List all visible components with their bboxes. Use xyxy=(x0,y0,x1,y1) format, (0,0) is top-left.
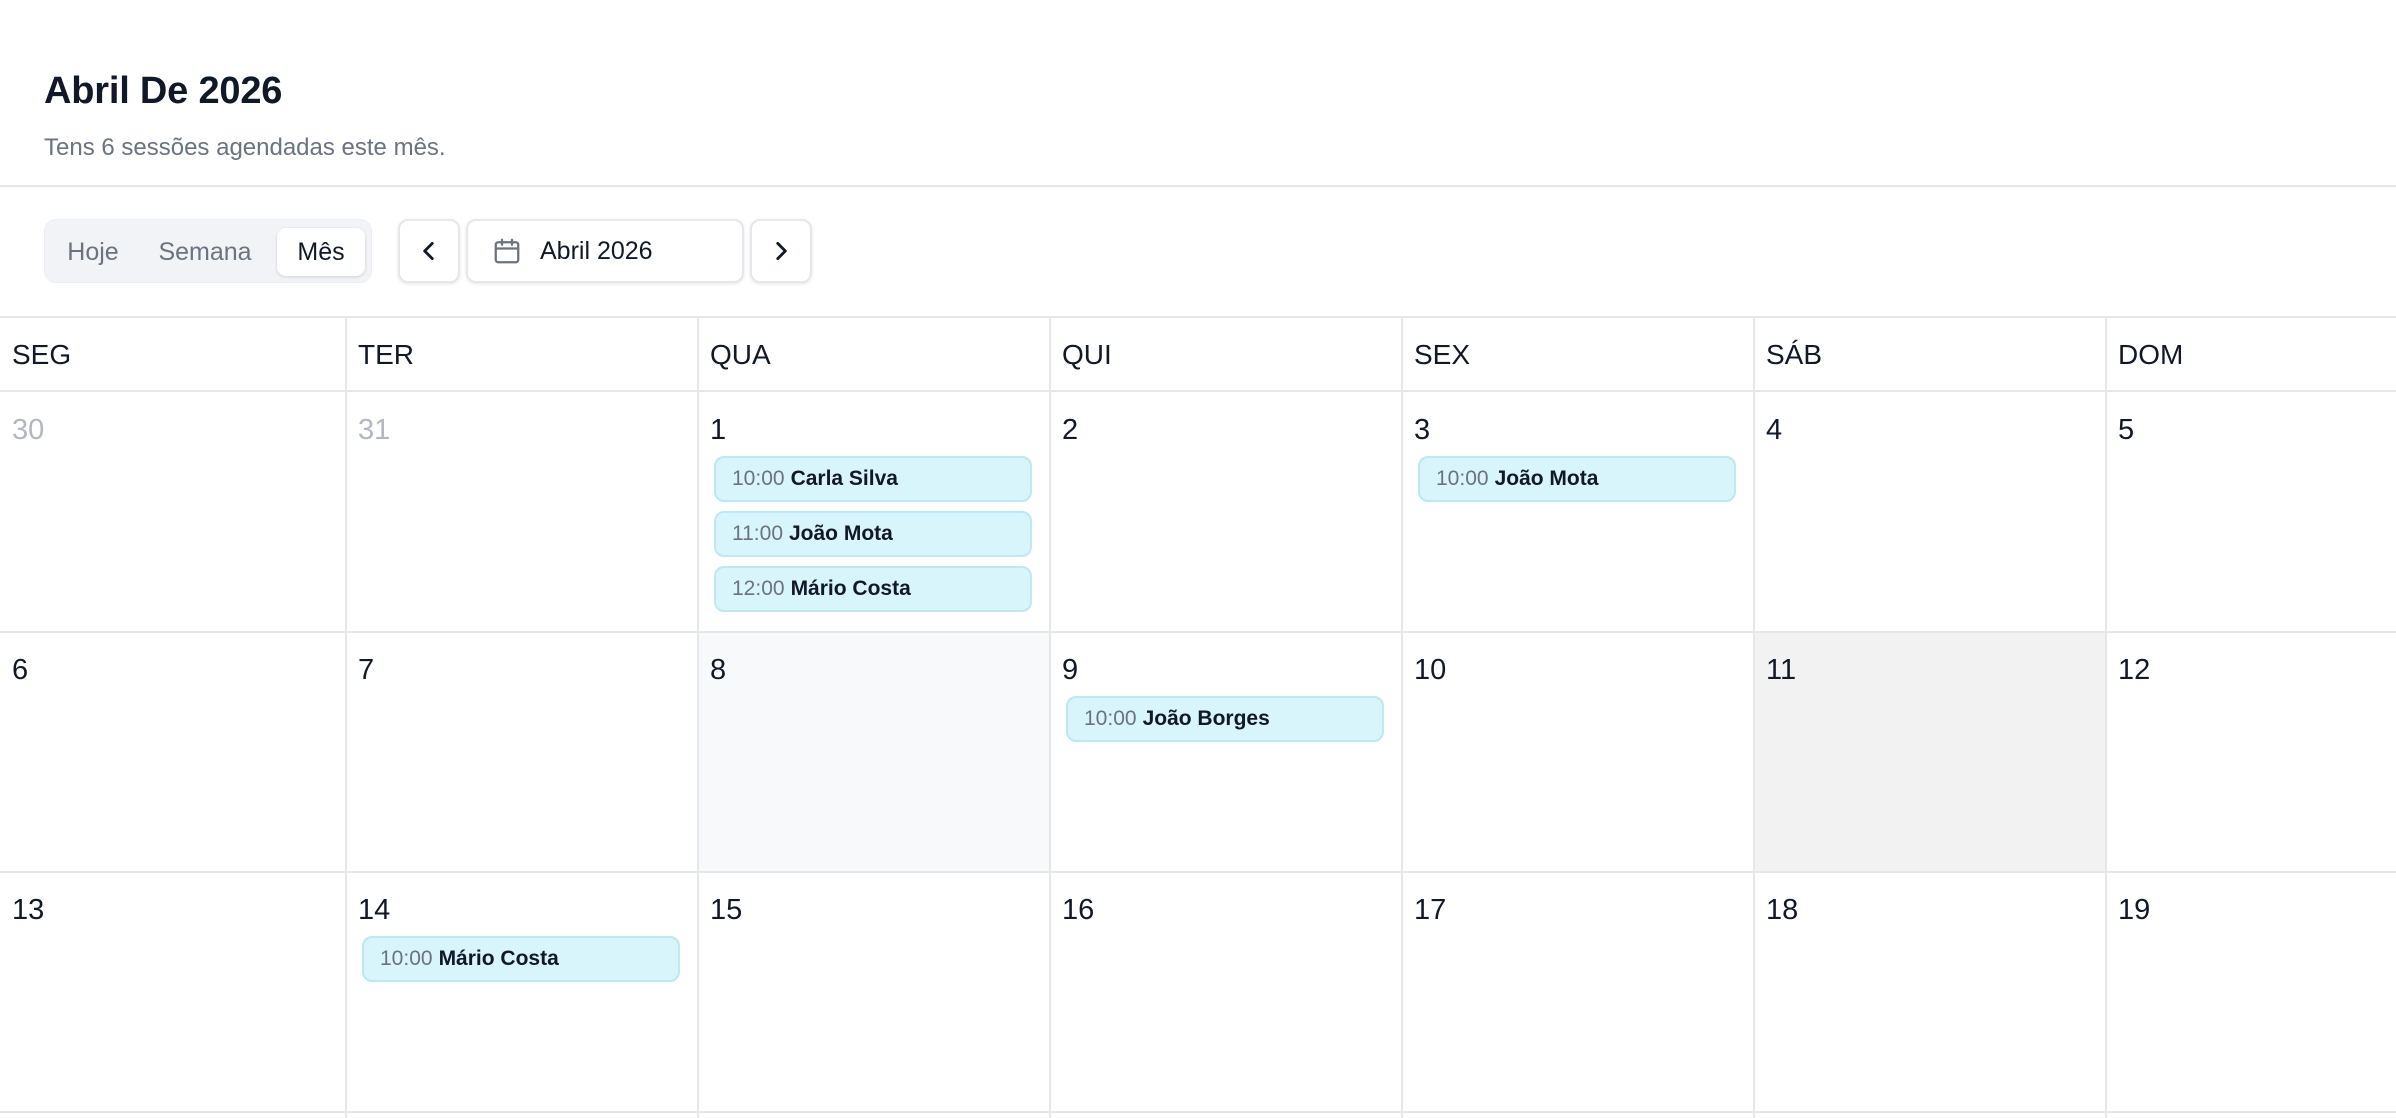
day-cell[interactable]: 18 xyxy=(1754,872,2106,1112)
grid-line xyxy=(697,318,699,1118)
session-event[interactable]: 10:00 João Mota xyxy=(1418,456,1736,502)
day-number: 1 xyxy=(710,414,727,446)
day-cell[interactable]: 31 xyxy=(346,392,698,632)
next-month-button[interactable] xyxy=(750,219,812,283)
day-cell[interactable]: 6 xyxy=(0,632,346,872)
view-today-button[interactable]: Hoje xyxy=(55,228,131,276)
event-time: 10:00 xyxy=(732,467,785,490)
day-number: 15 xyxy=(710,894,743,926)
weekday-header: SEX xyxy=(1402,318,1754,392)
day-cell[interactable]: 5 xyxy=(2106,392,2396,632)
day-number: 17 xyxy=(1414,894,1447,926)
day-cell[interactable]: 7 xyxy=(346,632,698,872)
day-number: 30 xyxy=(12,414,45,446)
grid-line xyxy=(2105,318,2107,1118)
day-number: 6 xyxy=(12,654,29,686)
weekday-header: DOM xyxy=(2106,318,2396,392)
weekday-header: QUA xyxy=(698,318,1050,392)
session-event[interactable]: 11:00 João Mota xyxy=(714,511,1032,557)
day-number: 19 xyxy=(2118,894,2151,926)
view-month-button[interactable]: Mês xyxy=(277,228,365,276)
day-number: 8 xyxy=(710,654,727,686)
day-cell[interactable]: 4 xyxy=(1754,392,2106,632)
event-time: 12:00 xyxy=(732,577,785,600)
chevron-left-icon xyxy=(423,242,434,260)
day-cell[interactable]: 12 xyxy=(2106,632,2396,872)
day-number: 31 xyxy=(358,414,391,446)
day-cell[interactable]: 17 xyxy=(1402,872,1754,1112)
session-event[interactable]: 12:00 Mário Costa xyxy=(714,566,1032,612)
grid-line xyxy=(0,631,2396,633)
day-cell[interactable]: 1 10:00 Carla Silva 11:00 João Mota 12:00 Mári… xyxy=(698,392,1050,632)
session-event[interactable]: 10:00 Mário Costa xyxy=(362,936,680,982)
day-cell[interactable]: 15 xyxy=(698,872,1050,1112)
day-number: 4 xyxy=(1766,414,1783,446)
grid-line xyxy=(345,318,347,1118)
event-time: 10:00 xyxy=(1084,707,1137,730)
day-cell[interactable]: 9 10:00 João Borges xyxy=(1050,632,1402,872)
event-client-name: Mário Costa xyxy=(790,577,911,600)
month-picker-label: Abril 2026 xyxy=(540,237,653,265)
day-number: 5 xyxy=(2118,414,2135,446)
grid-line xyxy=(0,1111,2396,1113)
view-week-button[interactable]: Semana xyxy=(145,228,265,276)
page-title: Abril De 2026 xyxy=(44,70,283,112)
day-number: 11 xyxy=(1766,654,1797,686)
weekday-header: SÁB xyxy=(1754,318,2106,392)
weekday-header: QUI xyxy=(1050,318,1402,392)
chevron-right-icon xyxy=(776,242,787,260)
grid-line xyxy=(1401,318,1403,1118)
event-client-name: João Borges xyxy=(1142,707,1270,730)
view-switcher: Hoje Semana Mês xyxy=(44,219,372,283)
day-cell[interactable]: 10 xyxy=(1402,632,1754,872)
grid-line xyxy=(1049,318,1051,1118)
day-number: 18 xyxy=(1766,894,1799,926)
session-event[interactable]: 10:00 Carla Silva xyxy=(714,456,1032,502)
day-cell[interactable]: 3 10:00 João Mota xyxy=(1402,392,1754,632)
weekday-header: TER xyxy=(346,318,698,392)
event-time: 11:00 xyxy=(732,522,783,545)
calendar-toolbar: Hoje Semana Mês Abril 2026 xyxy=(0,189,2396,317)
day-cell[interactable]: 30 xyxy=(0,392,346,632)
month-grid: 30 31 1 10:00 Carla Silva 11:00 João Mota 12:00… xyxy=(0,316,2396,1118)
calendar-icon xyxy=(494,238,520,264)
event-client-name: João Mota xyxy=(1494,467,1599,490)
day-number: 16 xyxy=(1062,894,1095,926)
day-cell[interactable]: 19 xyxy=(2106,872,2396,1112)
event-client-name: Carla Silva xyxy=(790,467,898,490)
day-cell[interactable]: 13 xyxy=(0,872,346,1112)
day-cell[interactable]: 8 xyxy=(698,632,1050,872)
day-number: 13 xyxy=(12,894,45,926)
event-time: 10:00 xyxy=(1436,467,1489,490)
session-event[interactable]: 10:00 João Borges xyxy=(1066,696,1384,742)
grid-line xyxy=(1753,318,1755,1118)
day-number: 3 xyxy=(1414,414,1431,446)
month-picker[interactable]: Abril 2026 xyxy=(466,219,744,283)
event-client-name: Mário Costa xyxy=(438,947,559,970)
day-cell[interactable]: 16 xyxy=(1050,872,1402,1112)
event-client-name: João Mota xyxy=(789,522,893,545)
day-number: 9 xyxy=(1062,654,1079,686)
event-time: 10:00 xyxy=(380,947,433,970)
grid-line xyxy=(0,871,2396,873)
day-cell[interactable]: 14 10:00 Mário Costa xyxy=(346,872,698,1112)
day-cell[interactable]: 11 xyxy=(1754,632,2106,872)
page-subtitle: Tens 6 sessões agendadas este mês. xyxy=(44,134,446,161)
day-number: 2 xyxy=(1062,414,1079,446)
page-header: Abril De 2026 Tens 6 sessões agendadas e… xyxy=(0,0,2396,187)
weekday-header: SEG xyxy=(0,318,346,392)
previous-month-button[interactable] xyxy=(398,219,460,283)
day-number: 10 xyxy=(1414,654,1447,686)
day-number: 12 xyxy=(2118,654,2151,686)
day-cell[interactable]: 2 xyxy=(1050,392,1402,632)
day-number: 14 xyxy=(358,894,391,926)
day-number: 7 xyxy=(358,654,375,686)
